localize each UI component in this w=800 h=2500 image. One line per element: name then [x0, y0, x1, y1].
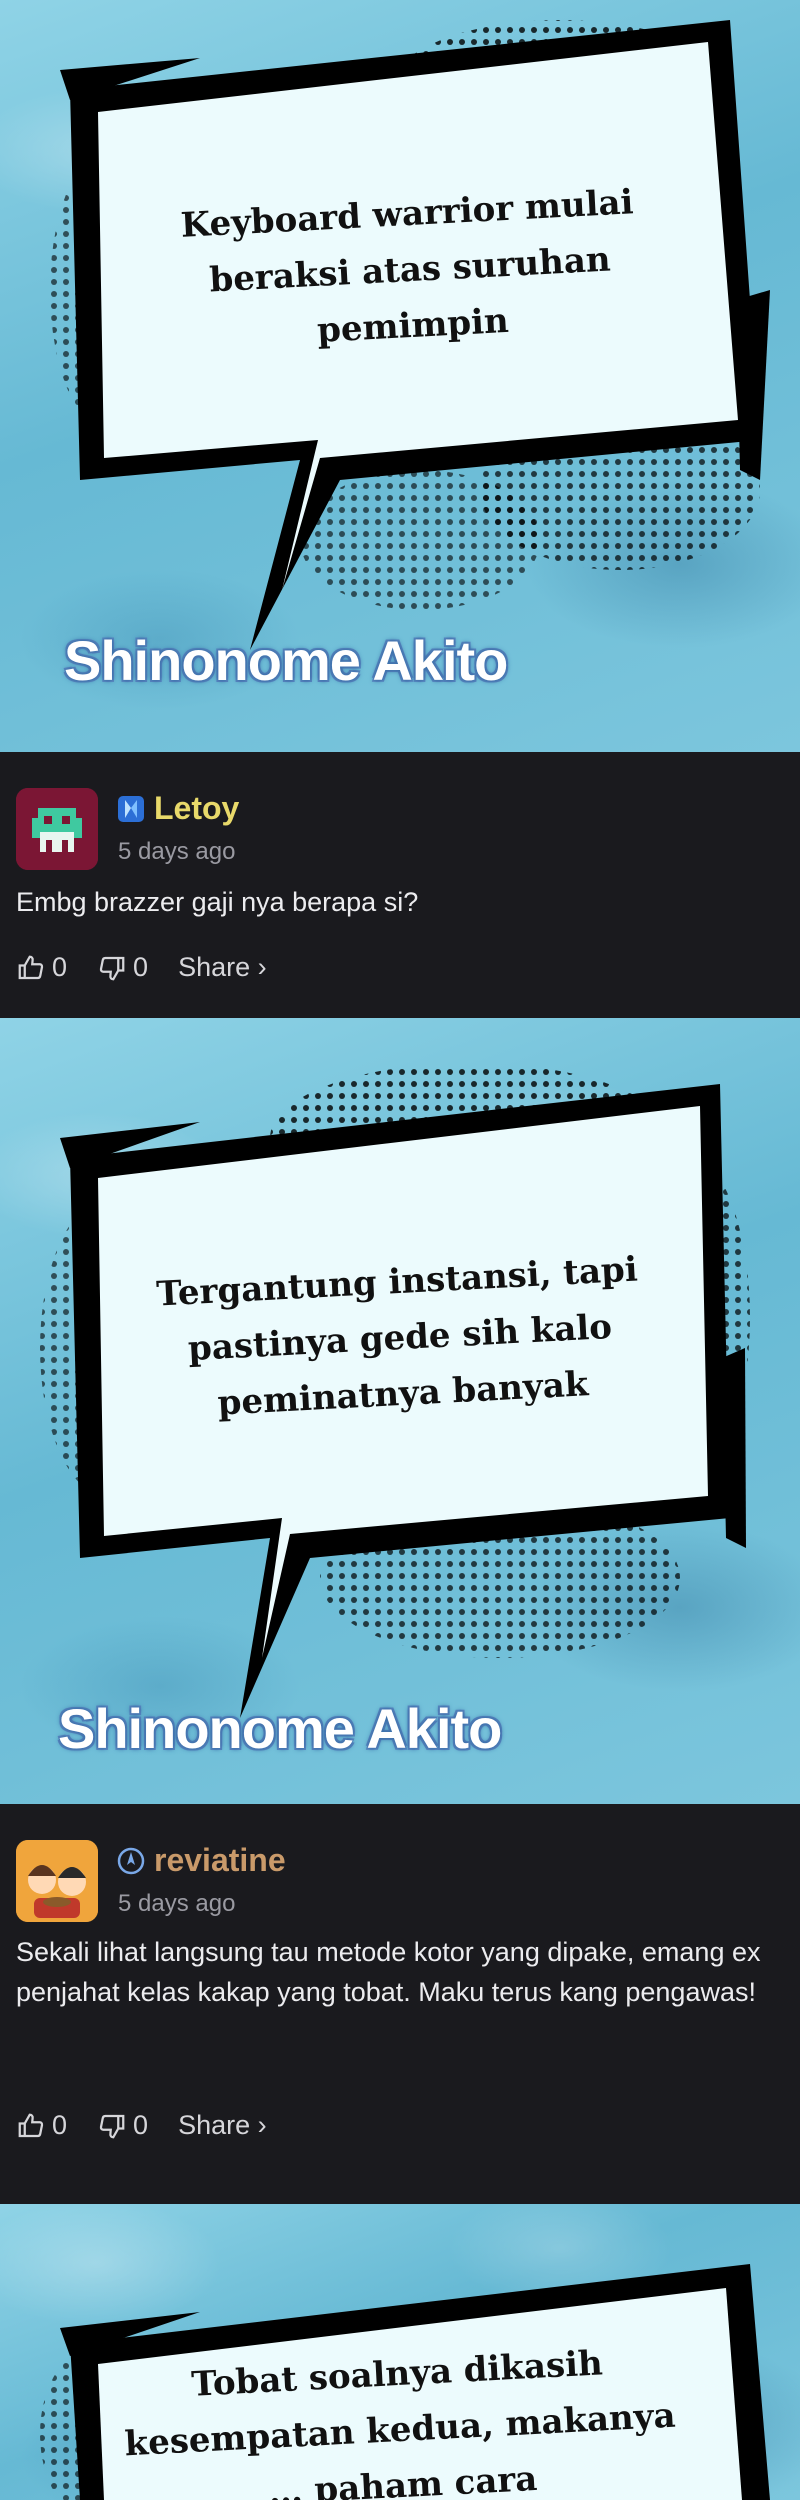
share-button[interactable]: Share ›	[178, 952, 267, 983]
like-count: 0	[52, 2110, 68, 2140]
dialogue-text: Tergantung instansi, tapi pastinya gede …	[155, 1249, 639, 1424]
user-row: Letoy	[116, 790, 239, 827]
anime-characters-avatar-icon	[16, 1840, 98, 1922]
comment-body: Embg brazzer gaji nya berapa si?	[16, 887, 419, 917]
avatar[interactable]	[16, 1840, 98, 1922]
comment-actions: 0 0 Share ›	[16, 2110, 297, 2141]
like-button[interactable]: 0	[16, 2110, 67, 2141]
username[interactable]: Letoy	[154, 790, 239, 827]
comment-body: Sekali lihat langsung tau metode kotor y…	[16, 1937, 761, 2007]
thumbs-up-icon	[18, 2113, 44, 2137]
blue-crystal-badge-icon	[116, 794, 146, 824]
timestamp: 5 days ago	[118, 1890, 236, 1917]
avatar[interactable]	[16, 788, 98, 870]
speaker-name: Shinonome Akito	[64, 629, 508, 692]
thumbs-down-icon	[99, 2114, 125, 2138]
compass-badge-icon	[116, 1846, 146, 1876]
user-row: reviatine	[116, 1842, 286, 1879]
dialogue-text: Tobat soalnya dikasih kesempatan kedua, …	[123, 2343, 677, 2500]
username[interactable]: reviatine	[154, 1842, 286, 1879]
comment-card: Letoy 5 days ago Embg brazzer gaji nya b…	[0, 752, 800, 1018]
dislike-count: 0	[133, 2110, 149, 2140]
dialogue-text: Keyboard warrior mulai beraksi atas suru…	[179, 182, 635, 351]
like-count: 0	[52, 952, 68, 982]
dislike-button[interactable]: 0	[97, 952, 148, 983]
manga-panel-3: Tobat soalnya dikasih kesempatan kedua, …	[0, 2204, 800, 2500]
share-label: Share ›	[178, 2110, 267, 2140]
speaker-name: Shinonome Akito	[58, 1697, 502, 1760]
thumbs-up-icon	[18, 955, 44, 979]
manga-panel-2: Tergantung instansi, tapi pastinya gede …	[0, 1018, 800, 1804]
comment-card: reviatine 5 days ago Sekali lihat langsu…	[0, 1804, 800, 2204]
share-button[interactable]: Share ›	[178, 2110, 267, 2141]
pixel-monster-avatar-icon	[16, 788, 98, 870]
thumbs-down-icon	[99, 956, 125, 980]
comment-actions: 0 0 Share ›	[16, 952, 297, 983]
dislike-count: 0	[133, 952, 149, 982]
like-button[interactable]: 0	[16, 952, 67, 983]
share-label: Share ›	[178, 952, 267, 982]
dislike-button[interactable]: 0	[97, 2110, 148, 2141]
manga-panel-1: Keyboard warrior mulai beraksi atas suru…	[0, 0, 800, 752]
timestamp: 5 days ago	[118, 838, 236, 865]
